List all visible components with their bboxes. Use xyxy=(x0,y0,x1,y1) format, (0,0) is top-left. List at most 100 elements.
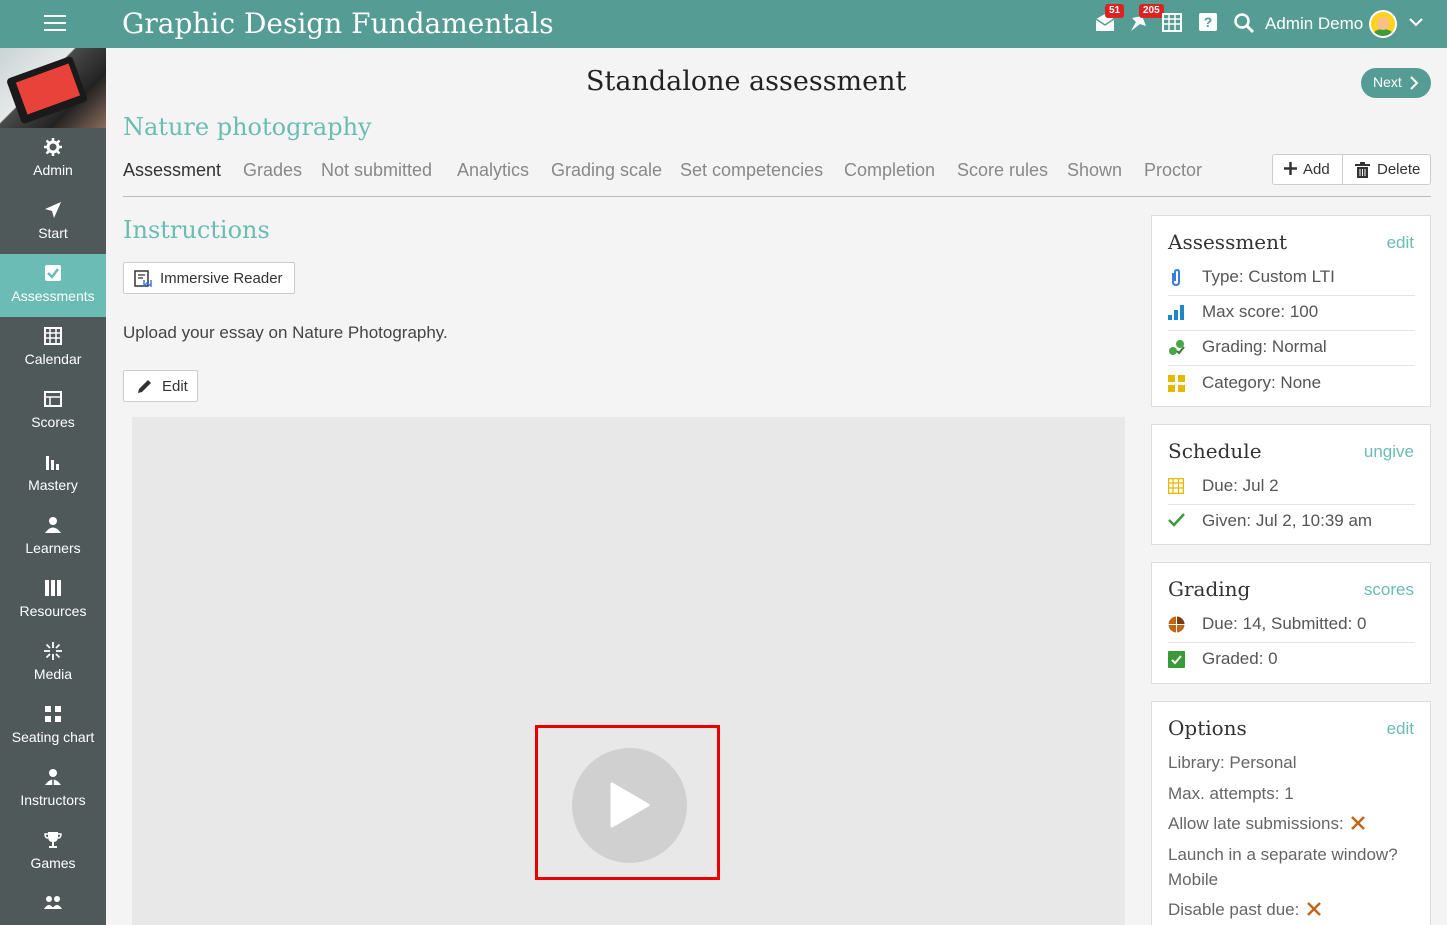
grading-value: Grading: Normal xyxy=(1202,337,1327,356)
app-title: Graphic Design Fundamentals xyxy=(122,7,554,40)
sidebar-item-label: Scores xyxy=(31,414,75,430)
grading-card: Grading scores Due: 14, Submitted: 0 Gra… xyxy=(1151,562,1431,684)
navigate-icon xyxy=(45,202,61,218)
add-label: Add xyxy=(1303,161,1330,178)
chevron-right-icon xyxy=(1410,76,1419,90)
search-icon[interactable] xyxy=(1233,12,1257,36)
svg-text:?: ? xyxy=(1204,14,1213,30)
category-value: Category: None xyxy=(1202,373,1322,392)
next-label: Next xyxy=(1373,74,1402,90)
tab-grades[interactable]: Grades xyxy=(243,160,302,181)
card-title: Grading xyxy=(1168,577,1251,601)
instructions-text: Upload your essay on Nature Photography. xyxy=(123,323,448,342)
sidebar-item-groups[interactable] xyxy=(0,884,106,925)
edit-instructions-button[interactable]: Edit xyxy=(123,370,198,402)
sidebar-item-games[interactable]: Games xyxy=(0,821,106,884)
bar-chart-icon xyxy=(46,456,59,470)
trophy-icon xyxy=(44,832,62,848)
sidebar-item-label: Instructors xyxy=(20,792,86,808)
launch-window-value: Mobile xyxy=(1168,870,1219,889)
sidebar-item-calendar[interactable]: Calendar xyxy=(0,317,106,380)
sidebar-item-media[interactable]: Media xyxy=(0,632,106,695)
calendar-icon[interactable] xyxy=(1162,12,1186,36)
sidebar-item-start[interactable]: Start xyxy=(0,191,106,254)
graded-row: Graded: 0 xyxy=(1168,643,1415,678)
help-icon[interactable]: ? xyxy=(1198,12,1222,36)
sidebar-item-admin[interactable]: Admin xyxy=(0,128,106,191)
avatar[interactable] xyxy=(1369,10,1397,38)
tab-not-submitted[interactable]: Not submitted xyxy=(321,160,432,181)
add-button[interactable]: Add xyxy=(1273,155,1343,184)
delete-button[interactable]: Delete xyxy=(1343,155,1430,184)
scores-link[interactable]: scores xyxy=(1364,580,1414,600)
sidebar-item-label: Resources xyxy=(19,603,87,619)
tab-analytics[interactable]: Analytics xyxy=(457,160,529,181)
sidebar-item-mastery[interactable]: Mastery xyxy=(0,443,106,506)
grading-row: Grading: Normal xyxy=(1168,331,1415,366)
category-icon xyxy=(1168,375,1185,392)
notifications-badge: 205 xyxy=(1139,4,1164,18)
person-icon xyxy=(45,517,61,533)
launch-window-option: Launch in a separate window? Mobile xyxy=(1168,842,1398,892)
sidebar-item-label: Games xyxy=(30,855,76,871)
checkmark-icon xyxy=(1168,513,1185,527)
sidebar-item-label: Mastery xyxy=(28,477,78,493)
video-player[interactable] xyxy=(132,417,1125,925)
play-highlight xyxy=(535,725,720,880)
pie-chart-icon xyxy=(1168,616,1185,633)
max-attempts-option: Max. attempts: 1 xyxy=(1168,784,1294,803)
notifications-icon[interactable]: 205 xyxy=(1128,4,1164,36)
type-row: Type: Custom LTI xyxy=(1168,261,1415,296)
immersive-reader-label: Immersive Reader xyxy=(160,270,283,287)
course-image[interactable] xyxy=(0,48,106,128)
type-value: Type: Custom LTI xyxy=(1202,267,1335,286)
books-icon xyxy=(45,580,61,596)
sidebar: Admin Start Assessments Calendar Scores … xyxy=(0,48,106,925)
play-button[interactable] xyxy=(572,748,687,863)
assessment-card: Assessment edit Type: Custom LTI Max sco… xyxy=(1151,215,1431,407)
tab-assessment[interactable]: Assessment xyxy=(123,160,221,181)
launch-window-label: Launch in a separate window? xyxy=(1168,845,1398,864)
card-title: Schedule xyxy=(1168,439,1262,463)
tab-set-competencies[interactable]: Set competencies xyxy=(680,160,823,181)
edit-label: Edit xyxy=(162,378,188,395)
group-icon xyxy=(44,896,62,909)
sidebar-item-scores[interactable]: Scores xyxy=(0,380,106,443)
due-value: Due: Jul 2 xyxy=(1202,476,1279,495)
sidebar-item-learners[interactable]: Learners xyxy=(0,506,106,569)
user-name[interactable]: Admin Demo xyxy=(1265,14,1363,34)
given-row: Given: Jul 2, 10:39 am xyxy=(1168,505,1415,540)
disable-past-due-option: Disable past due: xyxy=(1168,897,1321,922)
ungive-link[interactable]: ungive xyxy=(1364,442,1414,462)
schedule-card: Schedule ungive Due: Jul 2 Given: Jul 2,… xyxy=(1151,424,1431,545)
next-button[interactable]: Next xyxy=(1361,68,1431,98)
late-submissions-option: Allow late submissions: xyxy=(1168,811,1366,836)
sidebar-item-label: Assessments xyxy=(11,288,95,304)
max-score-row: Max score: 100 xyxy=(1168,296,1415,331)
options-card: Options edit Library: Personal Max. atte… xyxy=(1151,701,1431,925)
page-title: Standalone assessment xyxy=(586,66,907,97)
trash-icon xyxy=(1355,162,1370,178)
hamburger-menu-icon[interactable] xyxy=(44,15,66,33)
tab-proctor[interactable]: Proctor xyxy=(1144,160,1202,181)
sidebar-item-instructors[interactable]: Instructors xyxy=(0,758,106,821)
card-title: Assessment xyxy=(1168,230,1288,254)
assessment-edit-link[interactable]: edit xyxy=(1387,233,1414,253)
sidebar-item-assessments[interactable]: Assessments xyxy=(0,254,106,317)
tab-completion[interactable]: Completion xyxy=(844,160,935,181)
disable-past-due-label: Disable past due: xyxy=(1168,900,1300,919)
immersive-reader-button[interactable]: Immersive Reader xyxy=(123,262,295,294)
tab-grading-scale[interactable]: Grading scale xyxy=(551,160,662,181)
check-square-icon xyxy=(45,265,61,281)
chevron-down-icon[interactable] xyxy=(1408,14,1424,35)
tab-shown[interactable]: Shown xyxy=(1067,160,1122,181)
x-icon xyxy=(1307,902,1321,916)
sidebar-item-resources[interactable]: Resources xyxy=(0,569,106,632)
messages-badge: 51 xyxy=(1105,4,1125,18)
options-edit-link[interactable]: edit xyxy=(1387,719,1414,739)
sidebar-item-label: Admin xyxy=(33,162,73,178)
messages-icon[interactable]: 51 xyxy=(1094,4,1125,36)
sidebar-item-seating-chart[interactable]: Seating chart xyxy=(0,695,106,758)
due-submitted-value: Due: 14, Submitted: 0 xyxy=(1202,614,1367,633)
tab-score-rules[interactable]: Score rules xyxy=(957,160,1048,181)
